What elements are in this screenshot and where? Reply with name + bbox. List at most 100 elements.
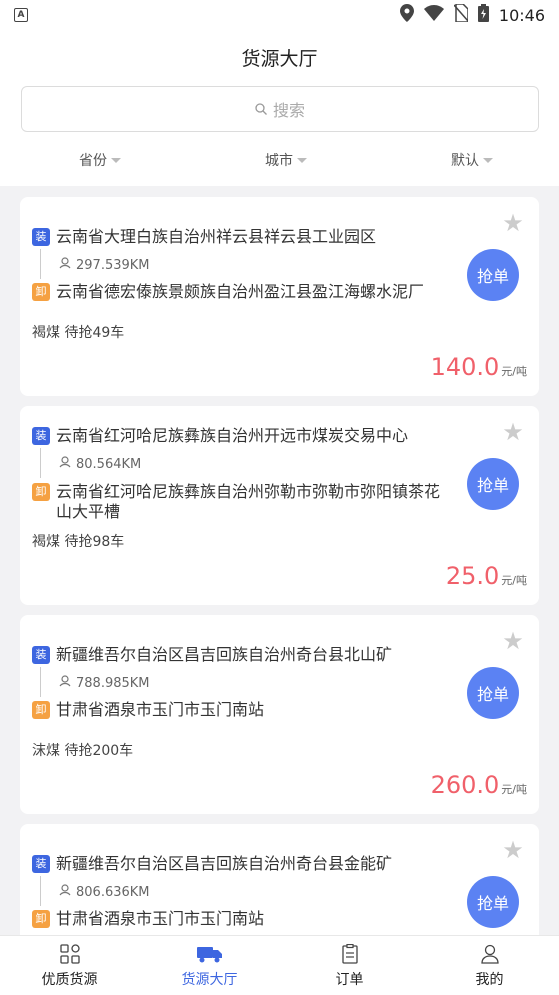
load-address: 云南省红河哈尼族彝族自治州开远市煤炭交易中心	[56, 426, 409, 445]
distance-icon	[58, 883, 72, 901]
filter-province-label: 省份	[79, 153, 107, 169]
price-value: 25.0	[445, 562, 500, 590]
filter-bar: 省份 城市 默认	[0, 150, 559, 180]
unload-address: 甘肃省酒泉市玉门市玉门南站	[56, 909, 265, 928]
distance-value: 80.564KM	[76, 456, 142, 472]
unload-row: 卸 甘肃省酒泉市玉门市玉门南站	[32, 700, 452, 720]
search-icon	[255, 100, 267, 119]
caret-down-icon	[111, 157, 121, 163]
price-unit: 元/吨	[501, 783, 527, 796]
price: 25.0 元/吨	[446, 562, 527, 590]
battery-icon	[477, 4, 489, 26]
unload-address: 甘肃省酒泉市玉门市玉门南站	[56, 700, 265, 719]
load-row: 装 云南省红河哈尼族彝族自治州开远市煤炭交易中心	[32, 426, 452, 446]
header: 货源大厅 搜索 省份 城市 默认	[0, 30, 559, 186]
load-address: 新疆维吾尔自治区昌吉回族自治州奇台县北山矿	[56, 645, 393, 664]
nav-cargo-hall[interactable]: 货源大厅	[140, 936, 279, 995]
filter-city[interactable]: 城市	[265, 150, 307, 170]
nav-profile[interactable]: 我的	[420, 936, 559, 995]
load-address: 云南省大理白族自治州祥云县祥云县工业园区	[56, 227, 377, 246]
grid-icon	[59, 943, 80, 965]
distance-value: 297.539KM	[76, 257, 150, 273]
filter-province[interactable]: 省份	[79, 150, 121, 170]
grab-order-button[interactable]: 抢单	[467, 876, 519, 928]
nav-label: 我的	[475, 972, 504, 988]
route-connector	[40, 249, 41, 279]
unload-tag: 卸	[32, 701, 50, 719]
nav-quality-sources[interactable]: 优质货源	[0, 936, 139, 995]
cargo-info: 褐煤 待抢49车	[32, 325, 125, 341]
unload-address: 云南省红河哈尼族彝族自治州弥勒市弥勒市弥阳镇茶花山大平槽	[56, 482, 441, 521]
cargo-info: 沫煤 待抢200车	[32, 743, 134, 759]
distance-value: 788.985KM	[76, 675, 150, 691]
cargo-info: 褐煤 待抢98车	[32, 534, 125, 550]
distance: 80.564KM	[58, 455, 141, 473]
unload-row: 卸 甘肃省酒泉市玉门市玉门南站	[32, 909, 452, 929]
unload-address: 云南省德宏傣族景颇族自治州盈江县盈江海螺水泥厂	[56, 282, 425, 301]
route-connector	[40, 667, 41, 697]
filter-city-label: 城市	[265, 153, 293, 169]
caret-down-icon	[483, 157, 493, 163]
distance-icon	[58, 455, 72, 473]
clipboard-icon	[341, 943, 358, 965]
distance: 806.636KM	[58, 883, 150, 901]
notification-a-icon: A	[14, 8, 28, 22]
nav-label: 货源大厅	[181, 972, 238, 988]
unload-row: 卸 云南省德宏傣族景颇族自治州盈江县盈江海螺水泥厂	[32, 282, 452, 302]
status-bar: A 10:46	[0, 0, 559, 30]
search-input[interactable]: 搜索	[21, 86, 539, 132]
favorite-star-icon[interactable]: ★	[501, 629, 525, 653]
cargo-card[interactable]: 装 云南省红河哈尼族彝族自治州开远市煤炭交易中心 80.564KM 卸 云南省红…	[20, 406, 539, 605]
unload-tag: 卸	[32, 283, 50, 301]
no-sim-icon	[453, 3, 469, 26]
status-icons: 10:46	[399, 3, 545, 26]
page-title: 货源大厅	[241, 48, 318, 70]
cargo-card[interactable]: 装 新疆维吾尔自治区昌吉回族自治州奇台县北山矿 788.985KM 卸 甘肃省酒…	[20, 615, 539, 814]
distance: 788.985KM	[58, 674, 150, 692]
grab-order-button[interactable]: 抢单	[467, 249, 519, 301]
load-row: 装 云南省大理白族自治州祥云县祥云县工业园区	[32, 227, 452, 247]
location-icon	[399, 4, 414, 26]
nav-orders[interactable]: 订单	[280, 936, 419, 995]
load-tag: 装	[32, 855, 50, 873]
bottom-nav: 优质货源 货源大厅 订单 我的	[0, 935, 559, 995]
load-tag: 装	[32, 427, 50, 445]
filter-sort-label: 默认	[451, 153, 479, 169]
unload-tag: 卸	[32, 910, 50, 928]
search-placeholder: 搜索	[272, 101, 305, 120]
nav-label: 订单	[335, 972, 364, 988]
load-row: 装 新疆维吾尔自治区昌吉回族自治州奇台县金能矿	[32, 854, 452, 874]
price-unit: 元/吨	[501, 365, 527, 378]
grab-order-button[interactable]: 抢单	[467, 458, 519, 510]
favorite-star-icon[interactable]: ★	[501, 211, 525, 235]
nav-label: 优质货源	[41, 972, 98, 988]
load-tag: 装	[32, 646, 50, 664]
distance: 297.539KM	[58, 256, 150, 274]
favorite-star-icon[interactable]: ★	[501, 420, 525, 444]
unload-row: 卸 云南省红河哈尼族彝族自治州弥勒市弥勒市弥阳镇茶花山大平槽	[32, 482, 452, 522]
truck-icon	[196, 943, 223, 965]
person-icon	[480, 943, 499, 965]
distance-value: 806.636KM	[76, 884, 150, 900]
load-tag: 装	[32, 228, 50, 246]
route-connector	[40, 448, 41, 478]
price: 260.0 元/吨	[431, 771, 527, 799]
load-row: 装 新疆维吾尔自治区昌吉回族自治州奇台县北山矿	[32, 645, 452, 665]
price: 140.0 元/吨	[431, 353, 527, 381]
distance-icon	[58, 674, 72, 692]
route-connector	[40, 876, 41, 906]
price-unit: 元/吨	[501, 574, 527, 587]
grab-order-button[interactable]: 抢单	[467, 667, 519, 719]
cargo-card[interactable]: 装 云南省大理白族自治州祥云县祥云县工业园区 297.539KM 卸 云南省德宏…	[20, 197, 539, 396]
load-address: 新疆维吾尔自治区昌吉回族自治州奇台县金能矿	[56, 854, 393, 873]
price-value: 140.0	[430, 353, 500, 381]
clock: 10:46	[498, 5, 545, 25]
caret-down-icon	[297, 157, 307, 163]
price-value: 260.0	[430, 771, 500, 799]
unload-tag: 卸	[32, 483, 50, 501]
filter-sort[interactable]: 默认	[451, 150, 493, 170]
wifi-icon	[423, 5, 444, 25]
distance-icon	[58, 256, 72, 274]
favorite-star-icon[interactable]: ★	[501, 838, 525, 862]
cargo-card[interactable]: 装 新疆维吾尔自治区昌吉回族自治州奇台县金能矿 806.636KM 卸 甘肃省酒…	[20, 824, 539, 935]
